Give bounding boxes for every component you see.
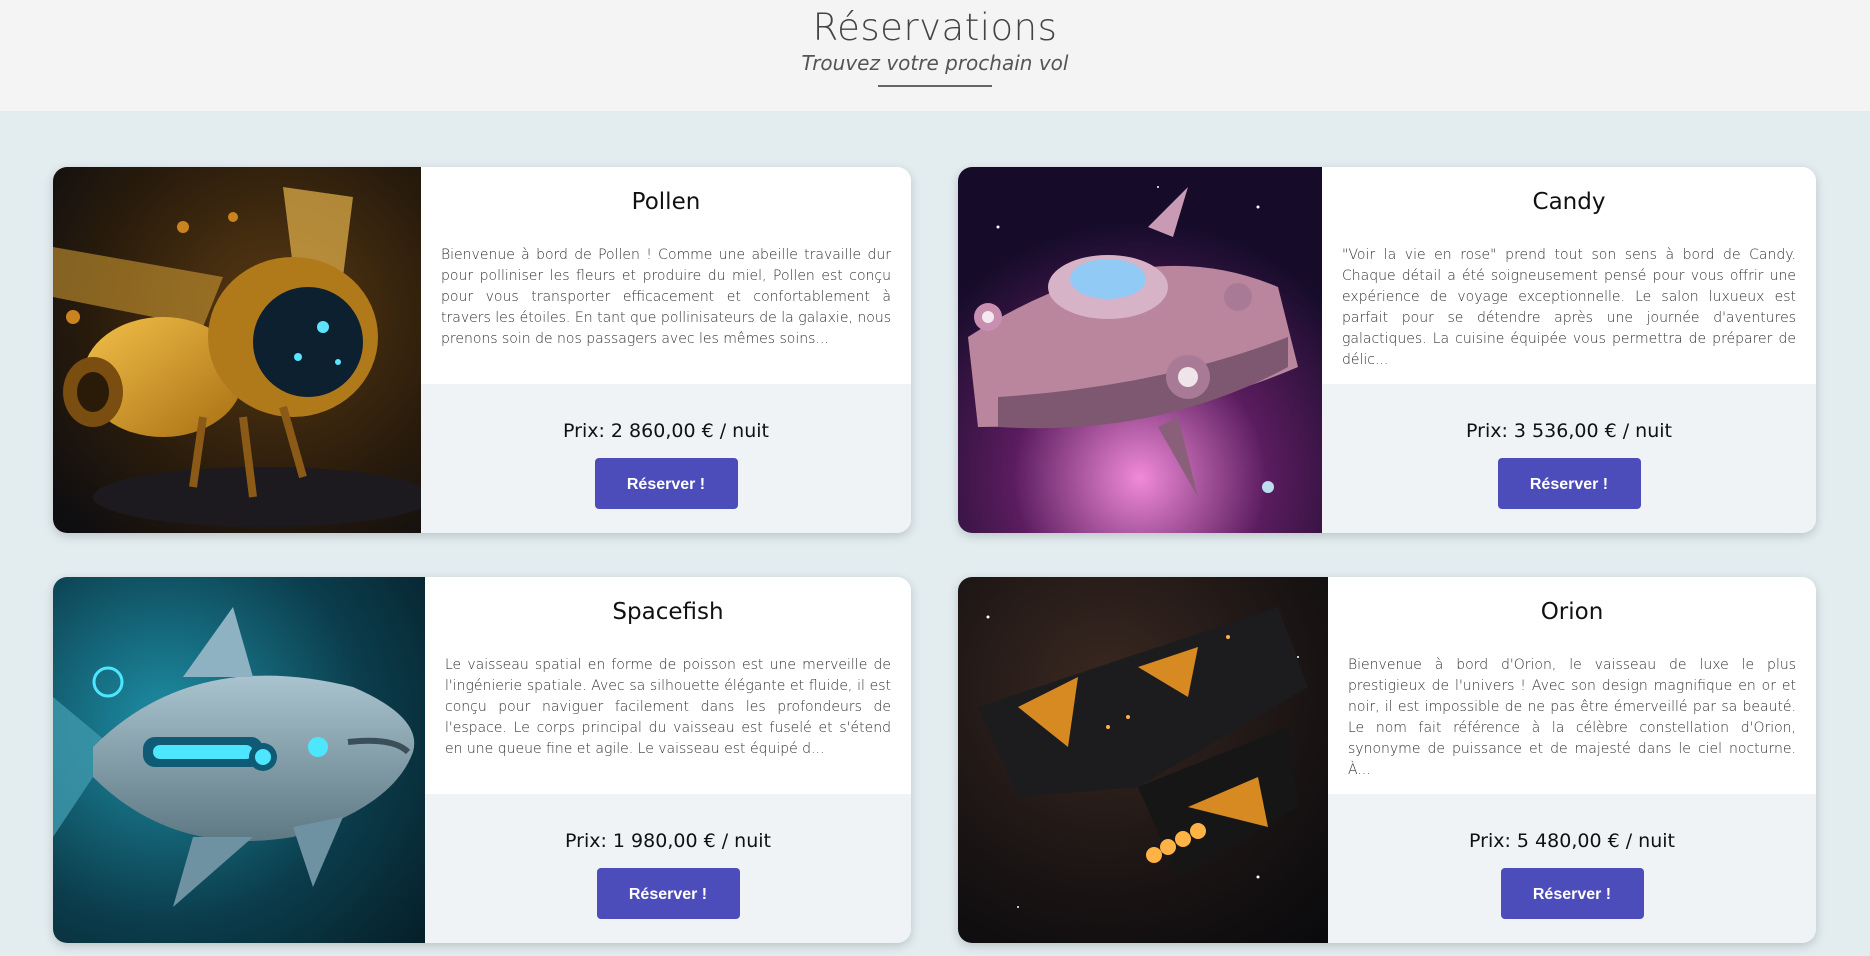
card-body: Orion Bienvenue à bord d'Orion, le vaiss…: [1328, 577, 1816, 943]
ship-description: Bienvenue à bord de Pollen ! Comme une a…: [441, 247, 891, 347]
reserve-button[interactable]: Réserver !: [1497, 458, 1641, 509]
golden-bee-spaceship-image: [53, 167, 421, 533]
ship-card-candy: Candy "Voir la vie en rose" prend tout s…: [958, 167, 1816, 533]
ship-price: Prix: 1 980,00 € / nuit: [565, 830, 771, 852]
ship-description: Le vaisseau spatial en forme de poisson …: [445, 657, 891, 757]
page-header: Réservations Trouvez votre prochain vol: [0, 0, 1870, 111]
header-divider: [878, 85, 992, 87]
reserve-button[interactable]: Réserver !: [594, 458, 738, 509]
price-panel: Prix: 5 480,00 € / nuit Réserver !: [1328, 794, 1816, 943]
ship-description: Bienvenue à bord d'Orion, le vaisseau de…: [1348, 657, 1796, 778]
card-info: Candy "Voir la vie en rose" prend tout s…: [1322, 167, 1816, 384]
page-subtitle: Trouvez votre prochain vol: [801, 51, 1069, 75]
pink-spaceship-image: [958, 167, 1322, 533]
ship-name: Candy: [1532, 189, 1606, 215]
ship-card-orion: Orion Bienvenue à bord d'Orion, le vaiss…: [958, 577, 1816, 943]
card-info: Pollen Bienvenue à bord de Pollen ! Comm…: [421, 167, 911, 384]
ship-card-spacefish: Spacefish Le vaisseau spatial en forme d…: [53, 577, 911, 943]
cyan-fish-spaceship-image: [53, 577, 425, 943]
card-body: Pollen Bienvenue à bord de Pollen ! Comm…: [421, 167, 911, 533]
ship-price: Prix: 3 536,00 € / nuit: [1466, 420, 1672, 442]
ship-description: "Voir la vie en rose" prend tout son sen…: [1342, 247, 1796, 368]
page-title: Réservations: [812, 6, 1058, 49]
price-panel: Prix: 1 980,00 € / nuit Réserver !: [425, 794, 911, 943]
black-gold-spaceship-image: [958, 577, 1328, 943]
reserve-button[interactable]: Réserver !: [596, 868, 740, 919]
card-info: Spacefish Le vaisseau spatial en forme d…: [425, 577, 911, 794]
card-body: Spacefish Le vaisseau spatial en forme d…: [425, 577, 911, 943]
ship-name: Spacefish: [612, 599, 724, 625]
price-panel: Prix: 3 536,00 € / nuit Réserver !: [1322, 384, 1816, 533]
card-body: Candy "Voir la vie en rose" prend tout s…: [1322, 167, 1816, 533]
ship-card-pollen: Pollen Bienvenue à bord de Pollen ! Comm…: [53, 167, 911, 533]
reservation-grid: Pollen Bienvenue à bord de Pollen ! Comm…: [0, 111, 1870, 956]
card-info: Orion Bienvenue à bord d'Orion, le vaiss…: [1328, 577, 1816, 794]
ship-price: Prix: 2 860,00 € / nuit: [563, 420, 769, 442]
ship-name: Orion: [1540, 599, 1604, 625]
reserve-button[interactable]: Réserver !: [1500, 868, 1644, 919]
ship-name: Pollen: [631, 189, 701, 215]
ship-price: Prix: 5 480,00 € / nuit: [1469, 830, 1675, 852]
price-panel: Prix: 2 860,00 € / nuit Réserver !: [421, 384, 911, 533]
